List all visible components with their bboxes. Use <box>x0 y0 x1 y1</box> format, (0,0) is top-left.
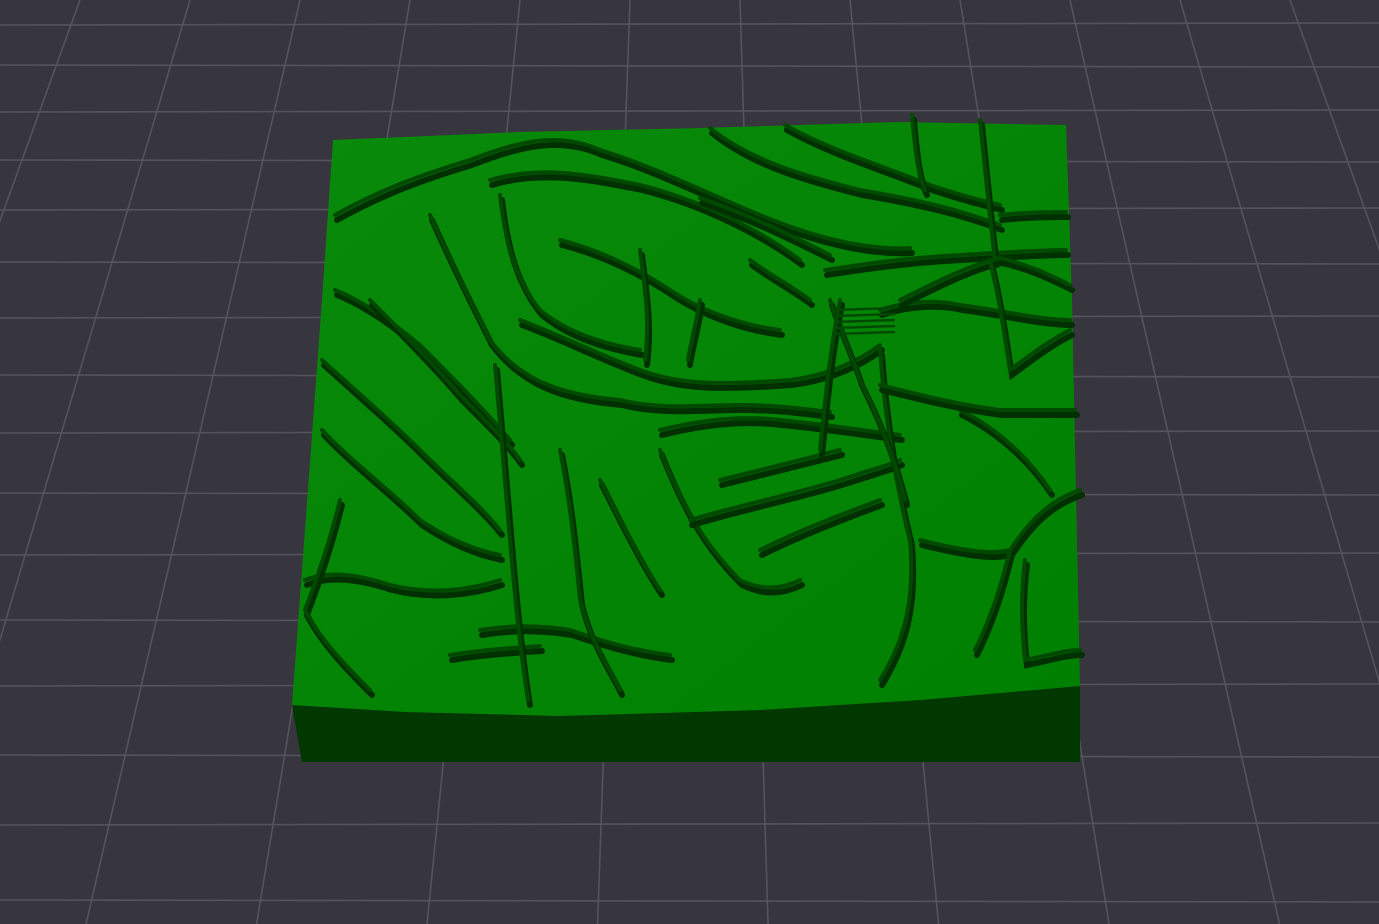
grid-line <box>1289 0 1379 252</box>
3d-viewport[interactable] <box>0 0 1379 924</box>
grid-line <box>0 109 1379 113</box>
grid-line <box>0 64 1379 68</box>
grid-line <box>0 0 191 643</box>
viewport-canvas[interactable] <box>0 0 1379 924</box>
grid-line <box>1069 0 1281 924</box>
grid-line <box>1179 0 1379 684</box>
grid-line <box>0 22 1379 26</box>
grid-line <box>85 0 301 924</box>
grid-line <box>0 822 1379 826</box>
terrain-map-model[interactable] <box>292 113 1085 762</box>
road-shadow <box>999 214 1071 223</box>
grid-line <box>0 0 81 224</box>
grid-line <box>0 899 1379 903</box>
